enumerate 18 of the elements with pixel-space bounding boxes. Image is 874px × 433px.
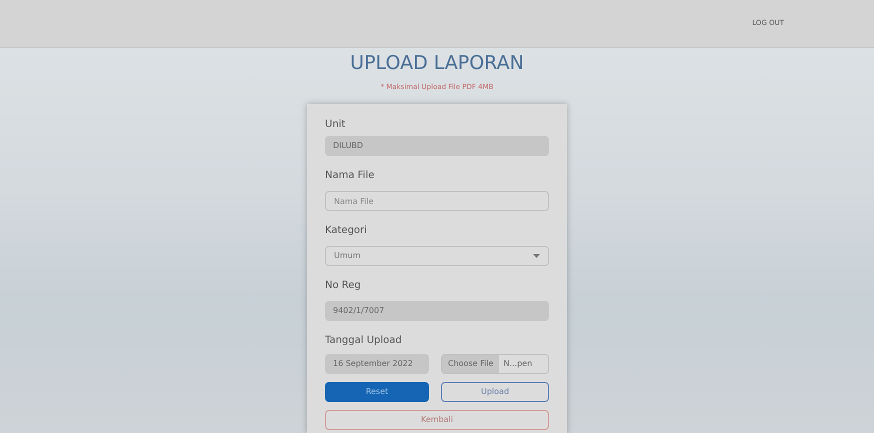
reg-number-field[interactable]: 9402/1/7007 [325,301,549,322]
field-label: Nama File [325,170,374,182]
field-label: Tanggal Upload [325,335,402,346]
file-name-input[interactable]: Nama File [325,191,549,212]
category-select[interactable]: Umum [325,246,549,266]
field-label: Kategori [325,225,367,236]
file-field[interactable]: Choose File N...pen [441,354,549,374]
file-name-text: N...pen [502,358,534,370]
field-label: Unit [325,120,346,130]
caret-icon [533,254,540,258]
field-label: No Reg [325,280,361,292]
upload-button[interactable]: Upload [441,382,549,402]
reset-button[interactable]: Reset [325,382,429,402]
page-title: UPLOAD LAPORAN [350,52,524,76]
date-field[interactable]: 16 September 2022 [325,354,429,374]
choose-file-button[interactable]: Choose File [442,355,500,374]
unit-field[interactable]: DILUBD [325,136,549,156]
back-button[interactable]: Kembali [325,410,549,430]
